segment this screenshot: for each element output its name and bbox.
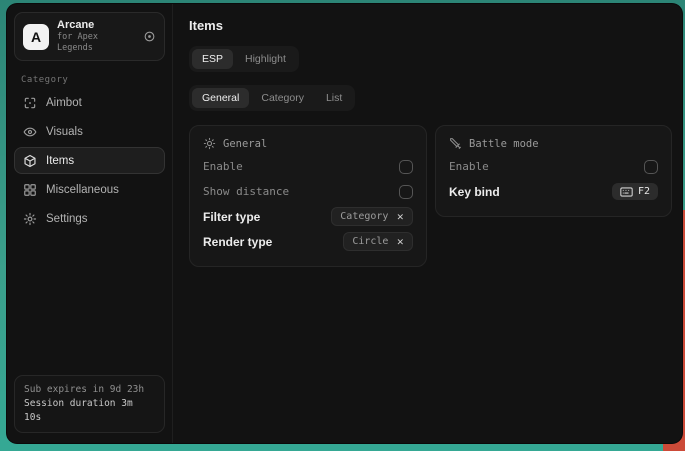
setting-row-filter-type: Filter type Category ✕ (203, 204, 413, 229)
keybind-value: F2 (638, 186, 650, 197)
setting-row-enable: Enable (449, 154, 658, 179)
setting-label: Key bind (449, 185, 500, 199)
sidebar-item-label: Aimbot (46, 97, 82, 109)
sidebar-item-items[interactable]: Items (14, 147, 165, 174)
app-header-card[interactable]: A Arcane for Apex Legends (14, 12, 165, 61)
panel-title: General (223, 138, 267, 150)
sidebar-nav: Aimbot Visuals Items (14, 89, 165, 232)
page-title: Items (189, 18, 672, 33)
crosshair-icon (23, 96, 37, 110)
gear-icon (23, 212, 37, 226)
view-tab-group: General Category List (189, 85, 355, 111)
tag-value: Circle (352, 236, 388, 247)
setting-label: Enable (449, 160, 489, 173)
sword-icon (449, 137, 462, 150)
tab-category[interactable]: Category (251, 88, 314, 108)
panels-row: General Enable Show distance Filter type… (189, 125, 672, 267)
category-section-label: Category (21, 75, 165, 85)
sun-icon (203, 137, 216, 150)
tab-esp[interactable]: ESP (192, 49, 233, 69)
render-type-tag[interactable]: Circle ✕ (343, 232, 413, 251)
eye-icon (23, 125, 37, 139)
setting-label: Filter type (203, 210, 260, 224)
setting-label: Render type (203, 235, 272, 249)
sidebar-item-label: Items (46, 155, 74, 167)
package-icon (23, 154, 37, 168)
app-window: A Arcane for Apex Legends Category (7, 4, 682, 443)
sidebar-spacer (14, 232, 165, 375)
setting-label: Show distance (203, 185, 289, 198)
tag-value: Category (340, 211, 388, 222)
app-titles: Arcane for Apex Legends (57, 19, 135, 54)
setting-row-show-distance: Show distance (203, 179, 413, 204)
app-subtitle: for Apex Legends (57, 32, 135, 54)
tab-highlight[interactable]: Highlight (235, 49, 296, 69)
keyboard-icon (620, 187, 633, 197)
sidebar-item-miscellaneous[interactable]: Miscellaneous (14, 176, 165, 203)
keybind-button[interactable]: F2 (612, 183, 658, 200)
main-content: Items ESP Highlight General Category Lis… (173, 4, 682, 443)
panel-title: Battle mode (469, 138, 539, 150)
close-icon[interactable]: ✕ (396, 212, 404, 222)
grid-icon (23, 183, 37, 197)
target-icon[interactable] (143, 30, 156, 43)
battle-mode-panel: Battle mode Enable Key bind (435, 125, 672, 217)
sidebar-item-label: Visuals (46, 126, 83, 138)
battle-mode-panel-header: Battle mode (449, 137, 658, 150)
battle-enable-checkbox[interactable] (644, 160, 658, 174)
enable-checkbox[interactable] (399, 160, 413, 174)
filter-type-tag[interactable]: Category ✕ (331, 207, 413, 226)
show-distance-checkbox[interactable] (399, 185, 413, 199)
close-icon[interactable]: ✕ (396, 237, 404, 247)
sidebar-item-label: Miscellaneous (46, 184, 119, 196)
setting-row-enable: Enable (203, 154, 413, 179)
app-logo: A (23, 24, 49, 50)
setting-row-render-type: Render type Circle ✕ (203, 229, 413, 254)
sidebar-item-aimbot[interactable]: Aimbot (14, 89, 165, 116)
sidebar-item-settings[interactable]: Settings (14, 205, 165, 232)
tab-list[interactable]: List (316, 88, 352, 108)
setting-label: Enable (203, 160, 243, 173)
session-duration-text: Session duration 3m 10s (24, 397, 155, 425)
tab-general[interactable]: General (192, 88, 249, 108)
mode-tab-group: ESP Highlight (189, 46, 299, 72)
app-name: Arcane (57, 19, 135, 32)
sidebar-item-label: Settings (46, 213, 88, 225)
general-panel: General Enable Show distance Filter type… (189, 125, 427, 267)
sidebar: A Arcane for Apex Legends Category (7, 4, 173, 443)
sidebar-item-visuals[interactable]: Visuals (14, 118, 165, 145)
sub-expires-text: Sub expires in 9d 23h (24, 383, 155, 397)
setting-row-key-bind: Key bind F2 (449, 179, 658, 204)
general-panel-header: General (203, 137, 413, 150)
subscription-info-card: Sub expires in 9d 23h Session duration 3… (14, 375, 165, 433)
